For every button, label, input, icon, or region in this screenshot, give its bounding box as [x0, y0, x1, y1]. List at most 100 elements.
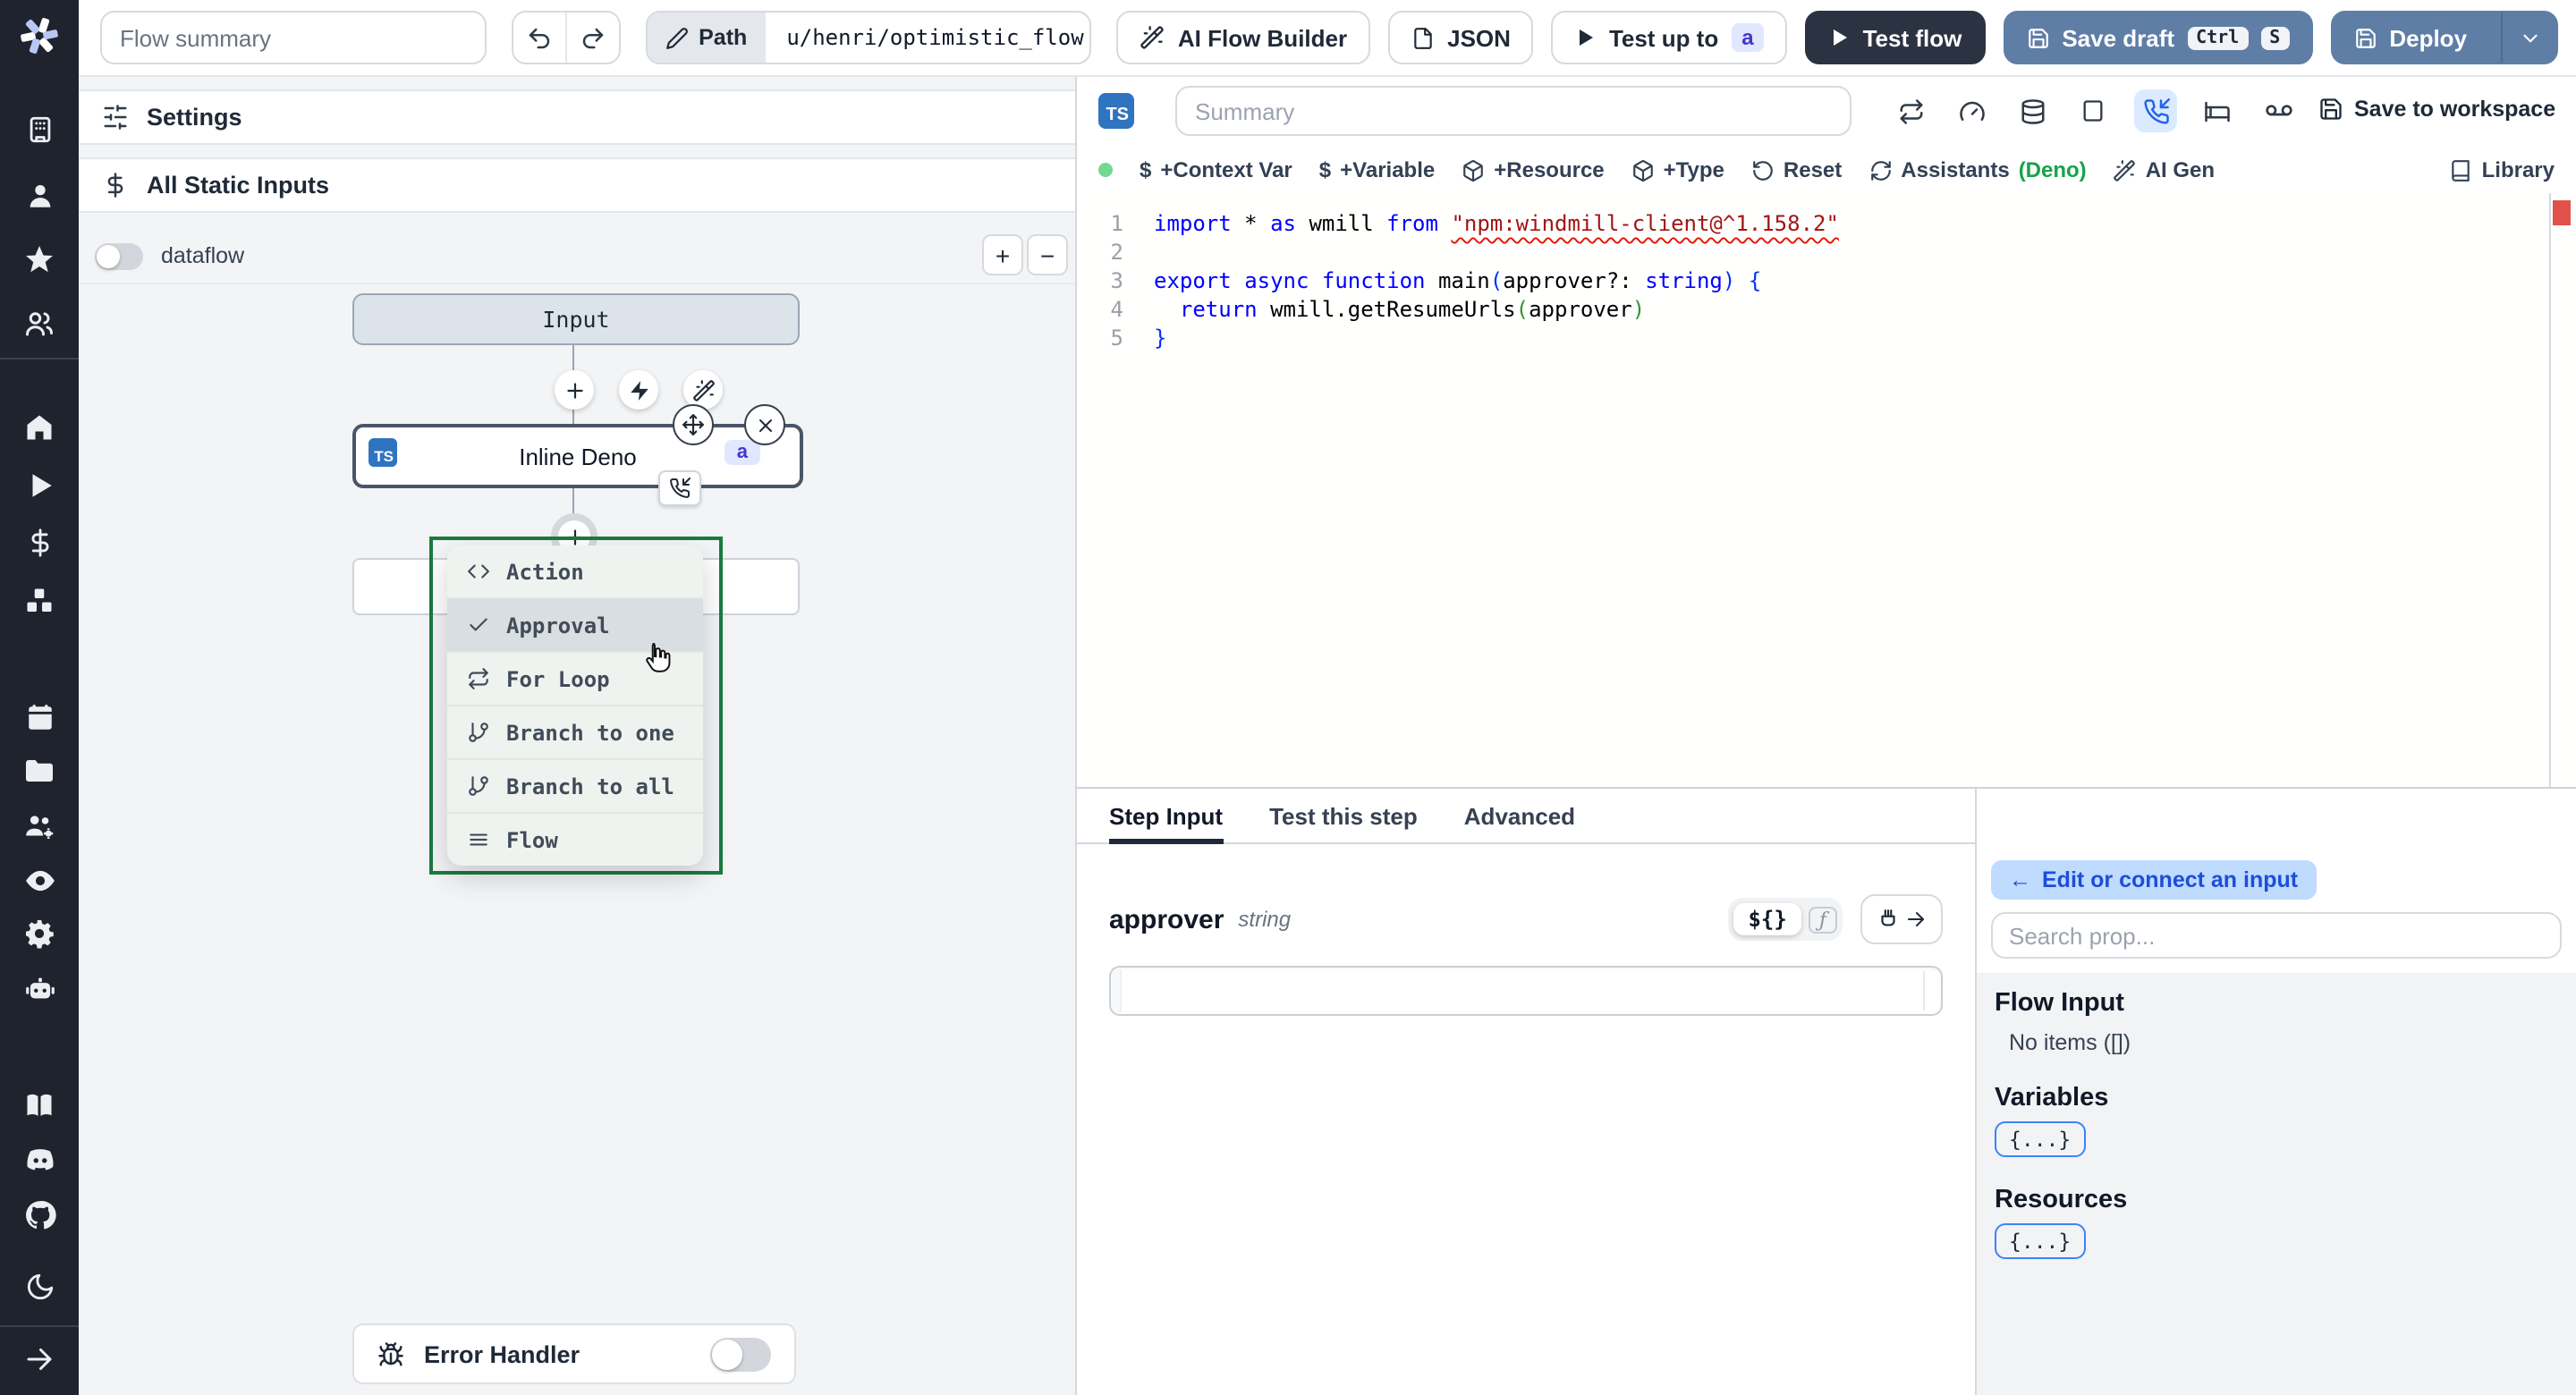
gear-icon[interactable]	[0, 916, 79, 951]
field-value-input[interactable]	[1109, 966, 1943, 1016]
add-variable-button[interactable]: $ +Variable	[1319, 157, 1435, 182]
zoom-in-button[interactable]: +	[982, 234, 1023, 275]
flow-input-empty: No items ([])	[2009, 1030, 2131, 1055]
code-icon	[468, 564, 489, 579]
line-number: 3	[1110, 268, 1123, 293]
templatable-string-toggle[interactable]: ${}	[1733, 903, 1801, 935]
code-editor[interactable]: 1 import * as wmill from "npm:windmill-cl…	[1077, 193, 2576, 787]
retry-icon[interactable]	[1889, 89, 1932, 132]
error-handler-node[interactable]: Error Handler	[352, 1323, 796, 1384]
menu-item-flow[interactable]: Flow	[447, 814, 703, 866]
home-icon[interactable]	[0, 410, 79, 445]
mock-square-icon[interactable]	[2072, 89, 2114, 132]
path-field[interactable]: Path u/henri/optimistic_flow	[645, 11, 1092, 64]
deploy-menu-button[interactable]	[2501, 13, 2556, 63]
all-static-inputs-row[interactable]: All Static Inputs	[79, 157, 1075, 213]
save-to-workspace-button[interactable]: Save to workspace	[2318, 97, 2555, 122]
windmill-logo-icon[interactable]	[0, 13, 79, 59]
assistants-button[interactable]: Assistants (Deno)	[1868, 157, 2087, 182]
folder-icon[interactable]	[0, 753, 79, 789]
moon-icon[interactable]	[0, 1268, 79, 1304]
variables-expand-chip[interactable]: {...}	[1995, 1121, 2086, 1157]
star-icon[interactable]	[0, 241, 79, 277]
close-icon	[758, 418, 771, 431]
flow-input-node[interactable]: Input	[352, 293, 800, 345]
app-sidebar	[0, 0, 79, 1395]
arrow-right-icon[interactable]	[0, 1341, 79, 1377]
code-line: }	[1154, 326, 1167, 351]
save-draft-button[interactable]: Save draft Ctrl S	[2003, 11, 2313, 64]
move-node-button[interactable]	[673, 404, 714, 445]
menu-item-branch-to-one[interactable]: Branch to one	[447, 706, 703, 760]
undo-button[interactable]	[513, 13, 565, 63]
edit-or-connect-button[interactable]: ← Edit or connect an input	[1991, 860, 2317, 900]
flow-summary-input[interactable]	[100, 11, 487, 64]
line-number: 1	[1110, 211, 1123, 236]
suspend-approval-icon[interactable]	[2134, 89, 2177, 132]
dollar-icon[interactable]	[0, 524, 79, 560]
ai-flow-builder-button[interactable]: AI Flow Builder	[1116, 11, 1371, 64]
book-icon[interactable]	[0, 1087, 79, 1123]
user-icon[interactable]	[0, 177, 79, 213]
summary-input[interactable]	[1175, 86, 1852, 136]
tab-step-input[interactable]: Step Input	[1109, 803, 1223, 844]
plug-icon	[1881, 909, 1895, 926]
users-gear-icon[interactable]	[0, 808, 79, 844]
dataflow-toggle[interactable]	[95, 242, 143, 269]
zoom-out-button[interactable]: −	[1027, 234, 1068, 275]
menu-item-action[interactable]: Action	[447, 545, 703, 599]
delete-node-button[interactable]	[744, 404, 785, 445]
github-icon[interactable]	[0, 1196, 79, 1232]
resources-expand-chip[interactable]: {...}	[1995, 1223, 2086, 1259]
early-stop-gauge-icon[interactable]	[1950, 89, 1993, 132]
users-icon[interactable]	[0, 306, 79, 342]
error-handler-toggle[interactable]	[710, 1337, 771, 1371]
eye-icon[interactable]	[0, 862, 79, 898]
test-up-to-label: Test up to	[1608, 24, 1719, 51]
path-value[interactable]: u/henri/optimistic_flow	[765, 25, 1090, 50]
settings-row[interactable]: Settings	[79, 89, 1075, 145]
step-id-badge: a	[724, 440, 760, 465]
step-node-inline-deno[interactable]: TS Inline Deno a	[352, 424, 803, 488]
file-icon	[1414, 27, 1432, 48]
json-button[interactable]: JSON	[1388, 11, 1534, 64]
function-toggle[interactable]: ƒ	[1808, 906, 1837, 933]
calendar-icon[interactable]	[0, 699, 79, 735]
arrow-left-icon: ←	[2009, 867, 2031, 892]
dataflow-row: dataflow	[79, 229, 1075, 284]
editor-overview-ruler	[2549, 193, 2551, 787]
test-up-to-button[interactable]: Test up to a	[1551, 11, 1788, 64]
building-icon[interactable]	[0, 111, 79, 147]
suspend-phone-badge[interactable]	[658, 470, 701, 506]
concurrency-voicemail-icon[interactable]	[2258, 89, 2301, 132]
discord-icon[interactable]	[0, 1141, 79, 1177]
library-button[interactable]: Library	[2450, 157, 2555, 182]
tab-advanced[interactable]: Advanced	[1464, 803, 1575, 842]
trigger-script-button[interactable]	[619, 370, 658, 410]
robot-icon[interactable]	[0, 971, 79, 1007]
all-static-inputs-label: All Static Inputs	[147, 172, 330, 199]
ai-gen-button[interactable]: AI Gen	[2114, 157, 2215, 182]
insert-step-button[interactable]	[555, 370, 594, 410]
boxes-icon[interactable]	[0, 583, 79, 619]
dollar-icon: $	[1140, 157, 1152, 182]
connect-input-button[interactable]	[1860, 894, 1943, 944]
add-type-button[interactable]: +Type	[1631, 157, 1724, 182]
line-number: 2	[1110, 240, 1123, 265]
sleep-bed-icon[interactable]	[2195, 89, 2238, 132]
cache-database-icon[interactable]	[2011, 89, 2054, 132]
menu-item-branch-to-all[interactable]: Branch to all	[447, 760, 703, 814]
typescript-badge: TS	[369, 438, 397, 467]
tab-test-this-step[interactable]: Test this step	[1269, 803, 1418, 842]
add-resource-button[interactable]: +Resource	[1462, 157, 1605, 182]
add-context-var-button[interactable]: $ +Context Var	[1140, 157, 1292, 182]
deploy-button[interactable]: Deploy	[2330, 11, 2559, 64]
search-prop-input[interactable]	[1991, 912, 2562, 959]
path-edit-button[interactable]: Path	[647, 13, 766, 63]
reset-button[interactable]: Reset	[1751, 157, 1842, 182]
git-branch-icon	[469, 723, 488, 742]
play-icon[interactable]	[0, 467, 79, 503]
test-flow-button[interactable]: Test flow	[1805, 11, 1986, 64]
redo-button[interactable]	[564, 13, 619, 63]
